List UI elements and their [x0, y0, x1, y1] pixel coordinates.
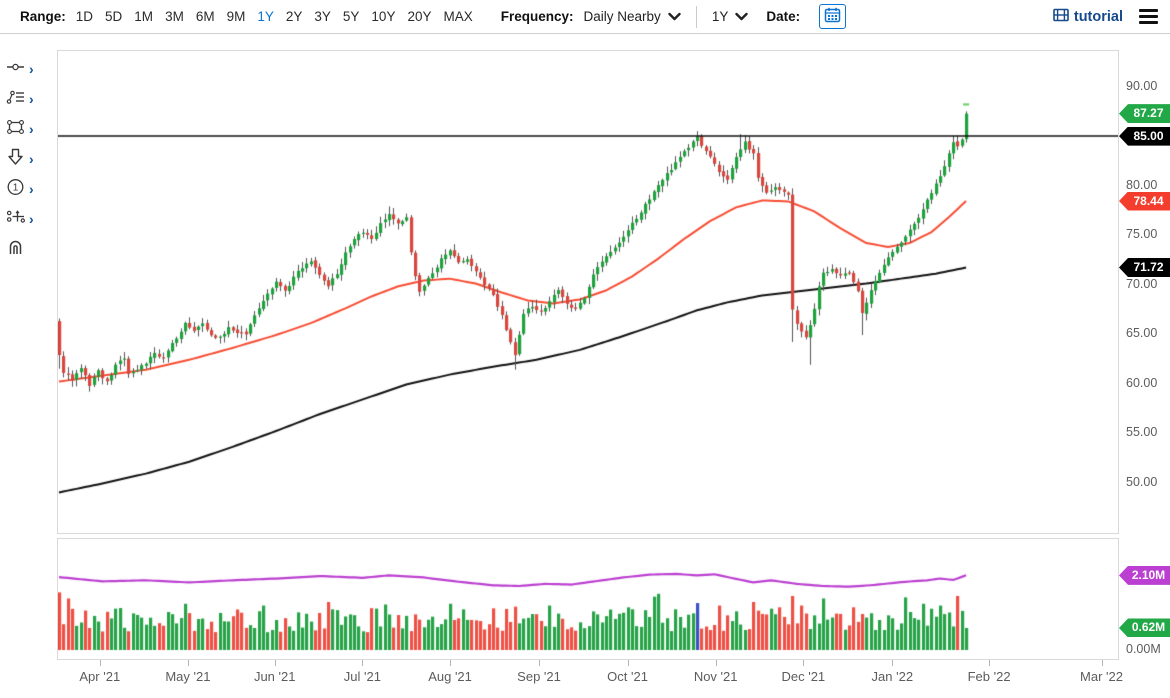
- frequency-value: Daily Nearby: [584, 9, 661, 24]
- frequency-dropdown[interactable]: Daily Nearby: [584, 9, 681, 24]
- month-label: Apr '21: [65, 669, 135, 684]
- price-tick-label: 50.00: [1126, 475, 1157, 489]
- price-tick-label: 90.00: [1126, 79, 1157, 93]
- chevron-down-icon: [735, 12, 748, 21]
- volume-zero-label: 0.00M: [1126, 642, 1161, 656]
- toolbar: Range: 1D 5D 1M 3M 6M 9M 1Y 2Y 3Y 5Y 10Y 20Y MAX Fre…: [0, 0, 1170, 34]
- month-label: Jan '22: [857, 669, 927, 684]
- price-tick-label: 55.00: [1126, 425, 1157, 439]
- chevron-right-icon: ›: [29, 122, 34, 136]
- volume-chart-canvas[interactable]: [58, 539, 1118, 659]
- levels-icon: [6, 208, 25, 231]
- period-value: 1Y: [712, 9, 729, 24]
- month-tick: [892, 660, 893, 666]
- drawing-tools-sidebar: ››››1››: [0, 34, 48, 698]
- range-option-2y[interactable]: 2Y: [286, 9, 303, 24]
- range-option-5y[interactable]: 5Y: [343, 9, 360, 24]
- fast-ma-badge: 78.44: [1119, 192, 1170, 211]
- film-icon: [1053, 8, 1069, 26]
- month-label: Sep '21: [504, 669, 574, 684]
- shape-tool[interactable]: ›: [6, 116, 46, 142]
- month-tick: [275, 660, 276, 666]
- candlestick-chart-canvas[interactable]: [58, 51, 1118, 533]
- calendar-icon: [824, 7, 841, 26]
- chevron-right-icon: ›: [29, 182, 34, 196]
- charting-app: Range: 1D 5D 1M 3M 6M 9M 1Y 2Y 3Y 5Y 10Y 20Y MAX Fre…: [0, 0, 1170, 698]
- number-label-tool[interactable]: 1›: [6, 176, 46, 202]
- period-dropdown[interactable]: 1Y: [712, 9, 749, 24]
- date-label: Date:: [766, 9, 800, 24]
- magnet-tool[interactable]: [6, 236, 46, 262]
- horizontal-line-badge: 85.00: [1119, 127, 1170, 146]
- last-price-badge: 87.27: [1119, 104, 1170, 123]
- range-option-3m[interactable]: 3M: [165, 9, 184, 24]
- month-label: Nov '21: [681, 669, 751, 684]
- chevron-right-icon: ›: [29, 212, 34, 226]
- price-tick-label: 80.00: [1126, 178, 1157, 192]
- month-label: May '21: [153, 669, 223, 684]
- chevron-right-icon: ›: [29, 62, 34, 76]
- tutorial-link[interactable]: tutorial: [1053, 8, 1123, 26]
- month-label: Dec '21: [768, 669, 838, 684]
- month-label: Feb '22: [954, 669, 1024, 684]
- range-option-10y[interactable]: 10Y: [371, 9, 395, 24]
- range-option-20y[interactable]: 20Y: [407, 9, 431, 24]
- range-option-1m[interactable]: 1M: [134, 9, 153, 24]
- month-tick: [989, 660, 990, 666]
- slow-ma-badge: 71.72: [1119, 258, 1170, 277]
- price-tick-label: 70.00: [1126, 277, 1157, 291]
- price-tick-label: 65.00: [1126, 326, 1157, 340]
- range-option-6m[interactable]: 6M: [196, 9, 215, 24]
- month-tick: [803, 660, 804, 666]
- month-tick: [188, 660, 189, 666]
- range-option-1d[interactable]: 1D: [76, 9, 93, 24]
- arrow-down-icon: [6, 148, 25, 171]
- last-volume-badge: 0.62M: [1119, 618, 1170, 637]
- chevron-right-icon: ›: [29, 92, 34, 106]
- trendline-tool[interactable]: ›: [6, 56, 46, 82]
- range-options: 1D 5D 1M 3M 6M 9M 1Y 2Y 3Y 5Y 10Y 20Y MAX: [76, 9, 485, 24]
- month-tick: [628, 660, 629, 666]
- range-option-3y[interactable]: 3Y: [314, 9, 331, 24]
- trendline-icon: [6, 58, 25, 81]
- avg-volume-badge: 2.10M: [1119, 566, 1170, 585]
- month-tick: [1102, 660, 1103, 666]
- chevron-down-icon: [668, 12, 681, 21]
- month-tick: [100, 660, 101, 666]
- hamburger-menu-icon[interactable]: [1139, 9, 1158, 25]
- month-tick: [539, 660, 540, 666]
- frequency-label: Frequency:: [501, 9, 574, 24]
- month-tick: [362, 660, 363, 666]
- month-label: Aug '21: [415, 669, 485, 684]
- month-label: Jun '21: [240, 669, 310, 684]
- range-option-5d[interactable]: 5D: [105, 9, 122, 24]
- date-picker-button[interactable]: [819, 4, 846, 29]
- notes-icon: [6, 88, 25, 111]
- range-option-9m[interactable]: 9M: [227, 9, 246, 24]
- chevron-right-icon: ›: [29, 152, 34, 166]
- range-option-1y[interactable]: 1Y: [257, 9, 274, 24]
- month-label: Jul '21: [327, 669, 397, 684]
- range-option-max[interactable]: MAX: [443, 9, 472, 24]
- circled-one-icon: 1: [6, 178, 25, 201]
- range-label: Range:: [20, 9, 66, 24]
- month-label: Oct '21: [593, 669, 663, 684]
- month-tick: [450, 660, 451, 666]
- measure-tool[interactable]: ›: [6, 206, 46, 232]
- toolbar-divider: [696, 6, 697, 28]
- month-tick: [716, 660, 717, 666]
- arrow-tool[interactable]: ›: [6, 146, 46, 172]
- magnet-icon: [6, 237, 25, 261]
- month-label: Mar '22: [1067, 669, 1137, 684]
- svg-text:1: 1: [13, 182, 19, 193]
- annotation-tool[interactable]: ›: [6, 86, 46, 112]
- rectangle-icon: [6, 118, 25, 141]
- tutorial-label: tutorial: [1074, 9, 1123, 25]
- price-tick-label: 60.00: [1126, 376, 1157, 390]
- price-tick-label: 75.00: [1126, 227, 1157, 241]
